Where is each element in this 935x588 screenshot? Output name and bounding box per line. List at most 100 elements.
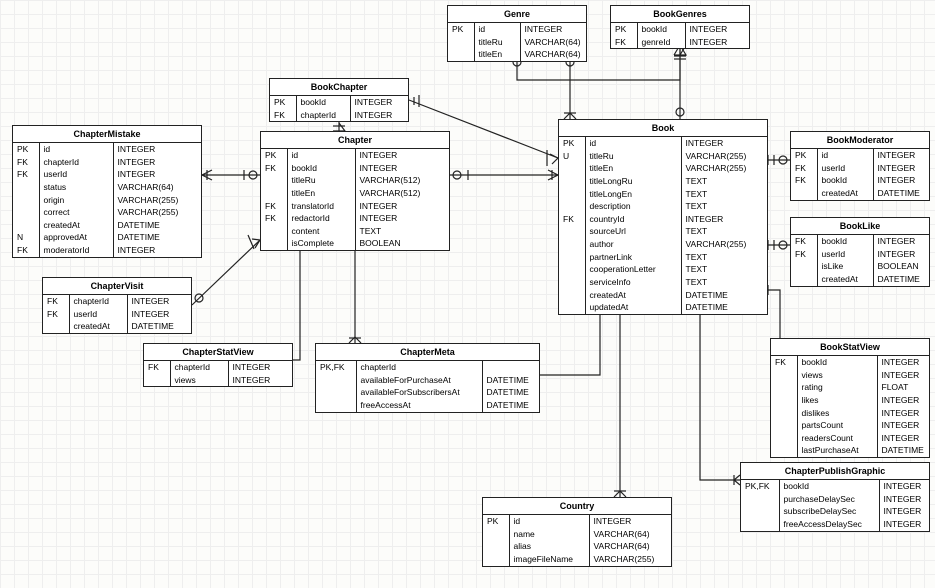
key-cell: FK [611, 36, 637, 49]
column-row: cooperationLetterTEXT [559, 263, 769, 276]
key-cell [448, 48, 474, 61]
key-cell [771, 432, 797, 445]
column-row: titleRuVARCHAR(64) [448, 36, 590, 49]
column-row: nameVARCHAR(64) [483, 528, 673, 541]
key-cell [559, 225, 585, 238]
column-row: titleEnVARCHAR(64) [448, 48, 590, 61]
key-cell [13, 181, 39, 194]
name-cell: correct [39, 206, 113, 219]
column-row: aliasVARCHAR(64) [483, 540, 673, 553]
name-cell: availableForSubscribersAt [356, 386, 482, 399]
key-cell: FK [791, 235, 817, 248]
entity-bookChapter[interactable]: BookChapterPKbookIdINTEGERFKchapterIdINT… [269, 78, 409, 122]
type-cell: DATETIME [681, 289, 769, 302]
entity-title: BookLike [791, 218, 929, 235]
entity-columns: PKidINTEGERtitleRuVARCHAR(64)titleEnVARC… [448, 23, 590, 61]
name-cell: chapterId [170, 361, 228, 374]
type-cell: DATETIME [877, 444, 931, 457]
type-cell: INTEGER [879, 493, 931, 506]
entity-title: ChapterPublishGraphic [741, 463, 929, 480]
key-cell: FK [261, 212, 287, 225]
name-cell: userId [817, 162, 873, 175]
name-cell: description [585, 200, 681, 213]
entity-chapterStatView[interactable]: ChapterStatViewFKchapterIdINTEGERviewsIN… [143, 343, 293, 387]
column-row: createdAtDATETIME [43, 320, 193, 333]
type-cell: INTEGER [113, 168, 203, 181]
entity-chapter[interactable]: ChapterPKidINTEGERFKbookIdINTEGERtitleRu… [260, 131, 450, 251]
column-row: dislikesINTEGER [771, 407, 931, 420]
key-cell: FK [791, 248, 817, 261]
column-row: availableForPurchaseAtDATETIME [316, 374, 541, 387]
entity-book[interactable]: BookPKidINTEGERUtitleRuVARCHAR(255)title… [558, 119, 768, 315]
key-cell [771, 394, 797, 407]
key-cell: U [559, 150, 585, 163]
column-row: freeAccessDelaySecINTEGER [741, 518, 931, 531]
entity-bookLike[interactable]: BookLikeFKbookIdINTEGERFKuserIdINTEGERis… [790, 217, 930, 287]
type-cell: INTEGER [355, 200, 451, 213]
type-cell: INTEGER [228, 374, 294, 387]
entity-title: BookChapter [270, 79, 408, 96]
type-cell: DATETIME [482, 386, 541, 399]
key-cell [791, 260, 817, 273]
type-cell: VARCHAR(64) [113, 181, 203, 194]
name-cell: createdAt [817, 187, 873, 200]
column-row: PKidINTEGER [261, 149, 451, 162]
name-cell: freeAccessDelaySec [779, 518, 879, 531]
column-row: createdAtDATETIME [791, 273, 931, 286]
column-row: PK,FKbookIdINTEGER [741, 480, 931, 493]
key-cell [771, 444, 797, 457]
entity-bookStatView[interactable]: BookStatViewFKbookIdINTEGERviewsINTEGERr… [770, 338, 930, 458]
entity-columns: FKchapterIdINTEGERviewsINTEGER [144, 361, 294, 386]
column-row: FKchapterIdINTEGER [144, 361, 294, 374]
type-cell: INTEGER [879, 518, 931, 531]
name-cell: alias [509, 540, 589, 553]
column-row: FKgenreIdINTEGER [611, 36, 751, 49]
entity-country[interactable]: CountryPKidINTEGERnameVARCHAR(64)aliasVA… [482, 497, 672, 567]
entity-bookGenres[interactable]: BookGenresPKbookIdINTEGERFKgenreIdINTEGE… [610, 5, 750, 49]
name-cell: countryId [585, 213, 681, 226]
entity-title: Chapter [261, 132, 449, 149]
key-cell: PK [261, 149, 287, 162]
column-row: FKbookIdINTEGER [791, 235, 931, 248]
entity-bookModerator[interactable]: BookModeratorPKidINTEGERFKuserIdINTEGERF… [790, 131, 930, 201]
key-cell [741, 518, 779, 531]
type-cell: INTEGER [127, 295, 193, 308]
key-cell: PK [448, 23, 474, 36]
name-cell: titleRu [474, 36, 520, 49]
name-cell: bookId [296, 96, 350, 109]
entity-chapterPublishGraphic[interactable]: ChapterPublishGraphicPK,FKbookIdINTEGERp… [740, 462, 930, 532]
key-cell [771, 419, 797, 432]
entity-columns: FKbookIdINTEGERFKuserIdINTEGERisLikeBOOL… [791, 235, 931, 286]
column-row: FKredactorIdINTEGER [261, 212, 451, 225]
column-row: FKchapterIdINTEGER [270, 109, 410, 122]
type-cell: VARCHAR(64) [520, 36, 590, 49]
type-cell: FLOAT [877, 381, 931, 394]
type-cell: INTEGER [113, 244, 203, 257]
name-cell: bookId [779, 480, 879, 493]
entity-chapterVisit[interactable]: ChapterVisitFKchapterIdINTEGERFKuserIdIN… [42, 277, 192, 334]
key-cell: PK [559, 137, 585, 150]
name-cell: dislikes [797, 407, 877, 420]
name-cell: titleEn [474, 48, 520, 61]
column-row: PKidINTEGER [448, 23, 590, 36]
column-row: titleLongRuTEXT [559, 175, 769, 188]
entity-columns: PKidINTEGERFKuserIdINTEGERFKbookIdINTEGE… [791, 149, 931, 200]
entity-genre[interactable]: GenrePKidINTEGERtitleRuVARCHAR(64)titleE… [447, 5, 587, 62]
key-cell [771, 381, 797, 394]
column-row: PKbookIdINTEGER [611, 23, 751, 36]
key-cell [559, 162, 585, 175]
type-cell: TEXT [681, 200, 769, 213]
key-cell [559, 200, 585, 213]
column-row: lastPurchaseAtDATETIME [771, 444, 931, 457]
type-cell: TEXT [681, 276, 769, 289]
column-row: availableForSubscribersAtDATETIME [316, 386, 541, 399]
key-cell: PK [270, 96, 296, 109]
key-cell: N [13, 231, 39, 244]
entity-chapterMistake[interactable]: ChapterMistakePKidINTEGERFKchapterIdINTE… [12, 125, 202, 258]
key-cell [316, 374, 356, 387]
type-cell: INTEGER [877, 432, 931, 445]
entity-chapterMeta[interactable]: ChapterMetaPK,FKchapterIdavailableForPur… [315, 343, 540, 413]
column-row: authorVARCHAR(255) [559, 238, 769, 251]
type-cell: VARCHAR(512) [355, 187, 451, 200]
column-row: purchaseDelaySecINTEGER [741, 493, 931, 506]
